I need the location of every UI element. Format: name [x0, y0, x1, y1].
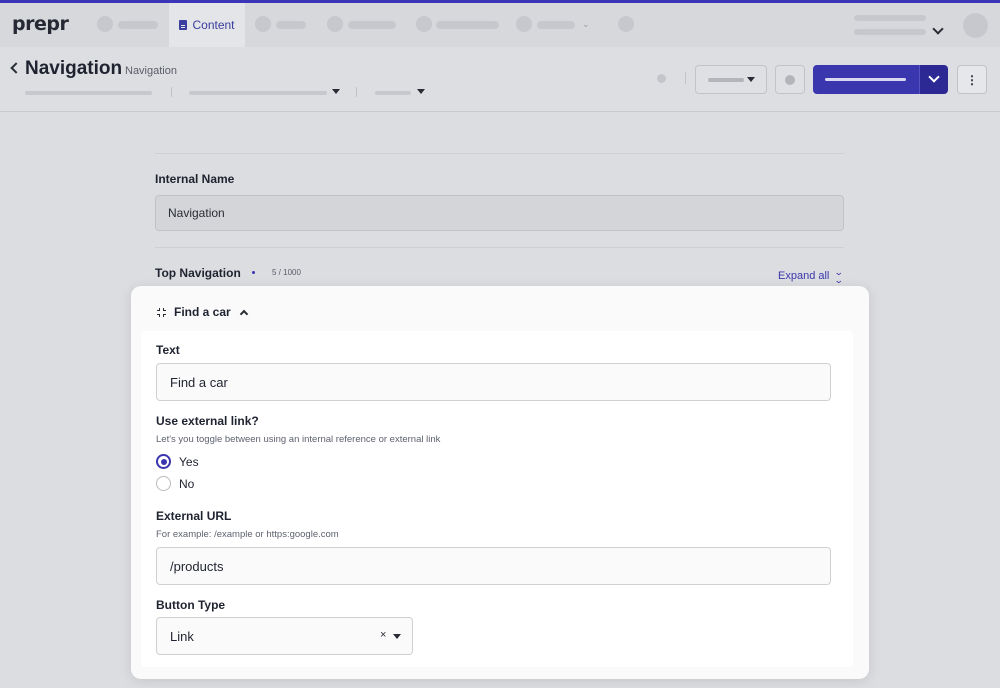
external-url-help: For example: /example or https:google.co…: [156, 529, 339, 540]
radio-no-label: No: [179, 476, 195, 491]
top-navigation-label: Top Navigation: [155, 266, 241, 280]
next-field-label-peek: [155, 681, 245, 688]
top-navigation-bar: prepr Content ⌄: [0, 3, 1000, 47]
text-label: Text: [156, 343, 180, 357]
version-selector[interactable]: [375, 91, 411, 95]
clear-icon[interactable]: ×: [380, 629, 386, 641]
app-logo[interactable]: prepr: [12, 13, 69, 35]
avatar[interactable]: [963, 13, 988, 38]
preview-icon: [785, 75, 795, 85]
section-divider: [155, 247, 844, 248]
meta-placeholder: [25, 91, 152, 95]
nav-item-label[interactable]: [537, 21, 575, 29]
item-counter: 5 / 1000: [272, 268, 301, 277]
caret-down-icon[interactable]: [417, 89, 425, 94]
workflow-stage-label: [708, 78, 744, 82]
radio-yes[interactable]: Yes: [156, 454, 199, 469]
radio-yes-button[interactable]: [156, 454, 171, 469]
user-name-placeholder[interactable]: [854, 15, 926, 21]
workspace-name-placeholder[interactable]: [854, 29, 926, 35]
header-separator: [685, 72, 686, 84]
external-url-input[interactable]: /products: [156, 547, 831, 585]
external-link-help: Let's you toggle between using an intern…: [156, 434, 441, 445]
double-chevron-down-icon: ⌄ ⌄: [834, 267, 845, 285]
document-icon: [179, 20, 188, 30]
chevron-down-icon[interactable]: [932, 23, 944, 35]
radio-yes-label: Yes: [179, 454, 199, 469]
section-divider: [155, 153, 844, 154]
radio-no-button[interactable]: [156, 476, 171, 491]
button-type-value: Link: [170, 628, 194, 644]
nav-item-icon[interactable]: [327, 16, 343, 32]
nav-item-icon[interactable]: [97, 16, 113, 32]
tab-content-label: Content: [192, 18, 235, 32]
expand-all-button[interactable]: Expand all ⌄ ⌄: [778, 267, 845, 285]
card-header[interactable]: Find a car: [157, 305, 248, 319]
card-title: Find a car: [174, 305, 231, 319]
page-subtitle: Navigation: [125, 65, 177, 77]
publish-button-label: [825, 78, 906, 81]
nav-item-label[interactable]: [348, 21, 396, 29]
navigation-item-card: Find a car Text Find a car Use external …: [131, 286, 869, 679]
collapse-arrows-icon[interactable]: [157, 307, 166, 317]
more-options-icon[interactable]: ⋮: [957, 65, 987, 94]
caret-down-icon[interactable]: [393, 634, 401, 639]
page-header: Navigation Navigation ⋮: [0, 47, 1000, 112]
nav-item-icon[interactable]: [516, 16, 532, 32]
chevron-up-icon[interactable]: [239, 309, 248, 318]
status-icon: [657, 74, 666, 83]
button-type-select[interactable]: Link ×: [156, 617, 413, 655]
nav-item-icon[interactable]: [416, 16, 432, 32]
external-url-label: External URL: [156, 509, 232, 523]
header-separator: [171, 87, 172, 97]
preview-button[interactable]: [775, 65, 805, 94]
tab-content[interactable]: Content: [169, 3, 245, 47]
caret-down-icon[interactable]: [332, 89, 340, 94]
caret-down-icon: [747, 77, 755, 82]
nav-item-icon[interactable]: [618, 16, 634, 32]
internal-name-label: Internal Name: [155, 172, 235, 186]
publish-button[interactable]: [813, 65, 919, 94]
workflow-stage-dropdown[interactable]: [695, 65, 767, 94]
changed-indicator: [252, 271, 255, 274]
locale-selector[interactable]: [189, 91, 327, 95]
nav-item-label[interactable]: [436, 21, 499, 29]
page-title: Navigation: [25, 58, 123, 79]
button-type-label: Button Type: [156, 598, 226, 612]
text-input[interactable]: Find a car: [156, 363, 831, 401]
back-arrow-icon[interactable]: [10, 62, 22, 74]
nav-item-label[interactable]: [118, 21, 158, 29]
radio-no[interactable]: No: [156, 476, 194, 491]
expand-all-label: Expand all: [778, 270, 830, 282]
external-link-label: Use external link?: [156, 414, 259, 428]
internal-name-input[interactable]: Navigation: [155, 195, 844, 231]
nav-item-icon[interactable]: [255, 16, 271, 32]
nav-item-label[interactable]: [276, 21, 306, 29]
chevron-down-icon[interactable]: ⌄: [582, 19, 590, 30]
header-separator: [356, 87, 357, 97]
publish-options-button[interactable]: [919, 65, 948, 94]
